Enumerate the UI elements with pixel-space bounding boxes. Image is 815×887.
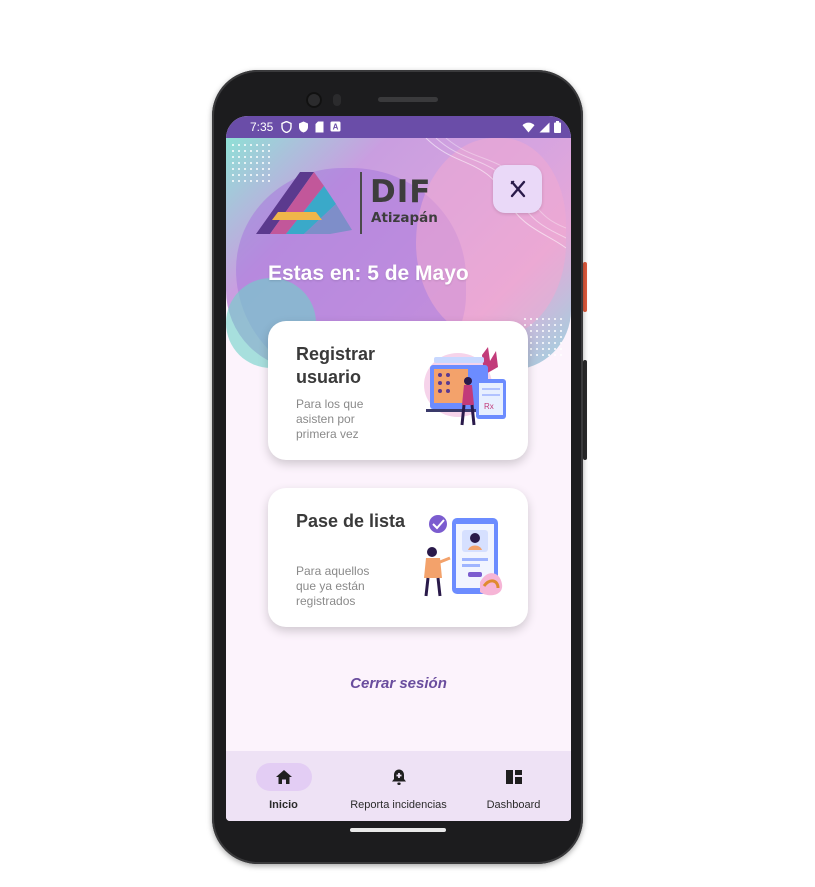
status-left-icons: A — [281, 121, 341, 133]
menu-button[interactable] — [493, 165, 542, 213]
card-description: Para aquellos que ya están registrados — [296, 564, 370, 608]
logout-link[interactable]: Cerrar sesión — [226, 675, 571, 692]
dashboard-icon — [505, 770, 522, 784]
nav-item-dashboard[interactable]: Dashboard — [456, 751, 571, 821]
attendance-illustration — [424, 515, 503, 597]
svg-text:A: A — [333, 123, 339, 132]
nav-icon-container — [371, 763, 427, 791]
signal-icon — [539, 122, 550, 132]
logo-title: DIF — [370, 174, 432, 210]
app-screen: 7:35 A DIF Atizapán Estas en: 5 de Mayo … — [226, 116, 571, 821]
nav-active-indicator — [255, 763, 312, 791]
registration-illustration: Rx — [424, 347, 506, 426]
volume-button[interactable] — [583, 360, 587, 460]
current-date-title: Estas en: 5 de Mayo — [268, 262, 469, 285]
wifi-icon — [522, 122, 535, 132]
nav-icon-container — [486, 763, 542, 791]
dif-logo: DIF Atizapán — [256, 172, 446, 236]
gesture-home-bar[interactable] — [350, 828, 446, 832]
decor-dots — [522, 316, 562, 356]
nav-label: Inicio — [269, 799, 298, 811]
status-time: 7:35 — [250, 120, 274, 134]
logo-subtitle: Atizapán — [371, 210, 438, 226]
earpiece-speaker — [378, 97, 438, 102]
nav-item-inicio[interactable]: Inicio — [226, 751, 341, 821]
attendance-card[interactable]: Pase de lista Para aquellos que ya están… — [268, 488, 528, 627]
status-bar: 7:35 A — [226, 116, 571, 138]
home-icon — [275, 770, 292, 784]
bell-plus-icon — [391, 769, 406, 785]
proximity-sensor — [333, 94, 341, 106]
card-title: Registrar usuario — [296, 344, 376, 387]
sim-card-icon — [315, 121, 324, 133]
power-button[interactable] — [583, 262, 587, 312]
card-title: Pase de lista — [296, 511, 406, 531]
nav-label: Reporta incidencias — [350, 799, 447, 811]
vpn-shield-icon — [299, 121, 309, 133]
dif-logo-mark — [256, 172, 352, 234]
svg-text:Rx: Rx — [484, 402, 494, 411]
shield-icon — [281, 121, 293, 133]
front-camera — [306, 92, 322, 108]
fork-knife-icon — [510, 180, 525, 198]
nav-label: Dashboard — [486, 799, 541, 811]
notification-a-icon: A — [330, 121, 341, 132]
bottom-navigation: Inicio Reporta incidencias Dashboard — [226, 751, 571, 821]
logo-divider — [360, 172, 362, 234]
card-description: Para los que asisten por primera vez — [296, 397, 364, 441]
battery-icon — [554, 121, 561, 133]
nav-item-reporta-incidencias[interactable]: Reporta incidencias — [341, 751, 456, 821]
register-user-card[interactable]: Registrar usuario Para los que asisten p… — [268, 321, 528, 460]
status-right-icons — [522, 121, 561, 133]
